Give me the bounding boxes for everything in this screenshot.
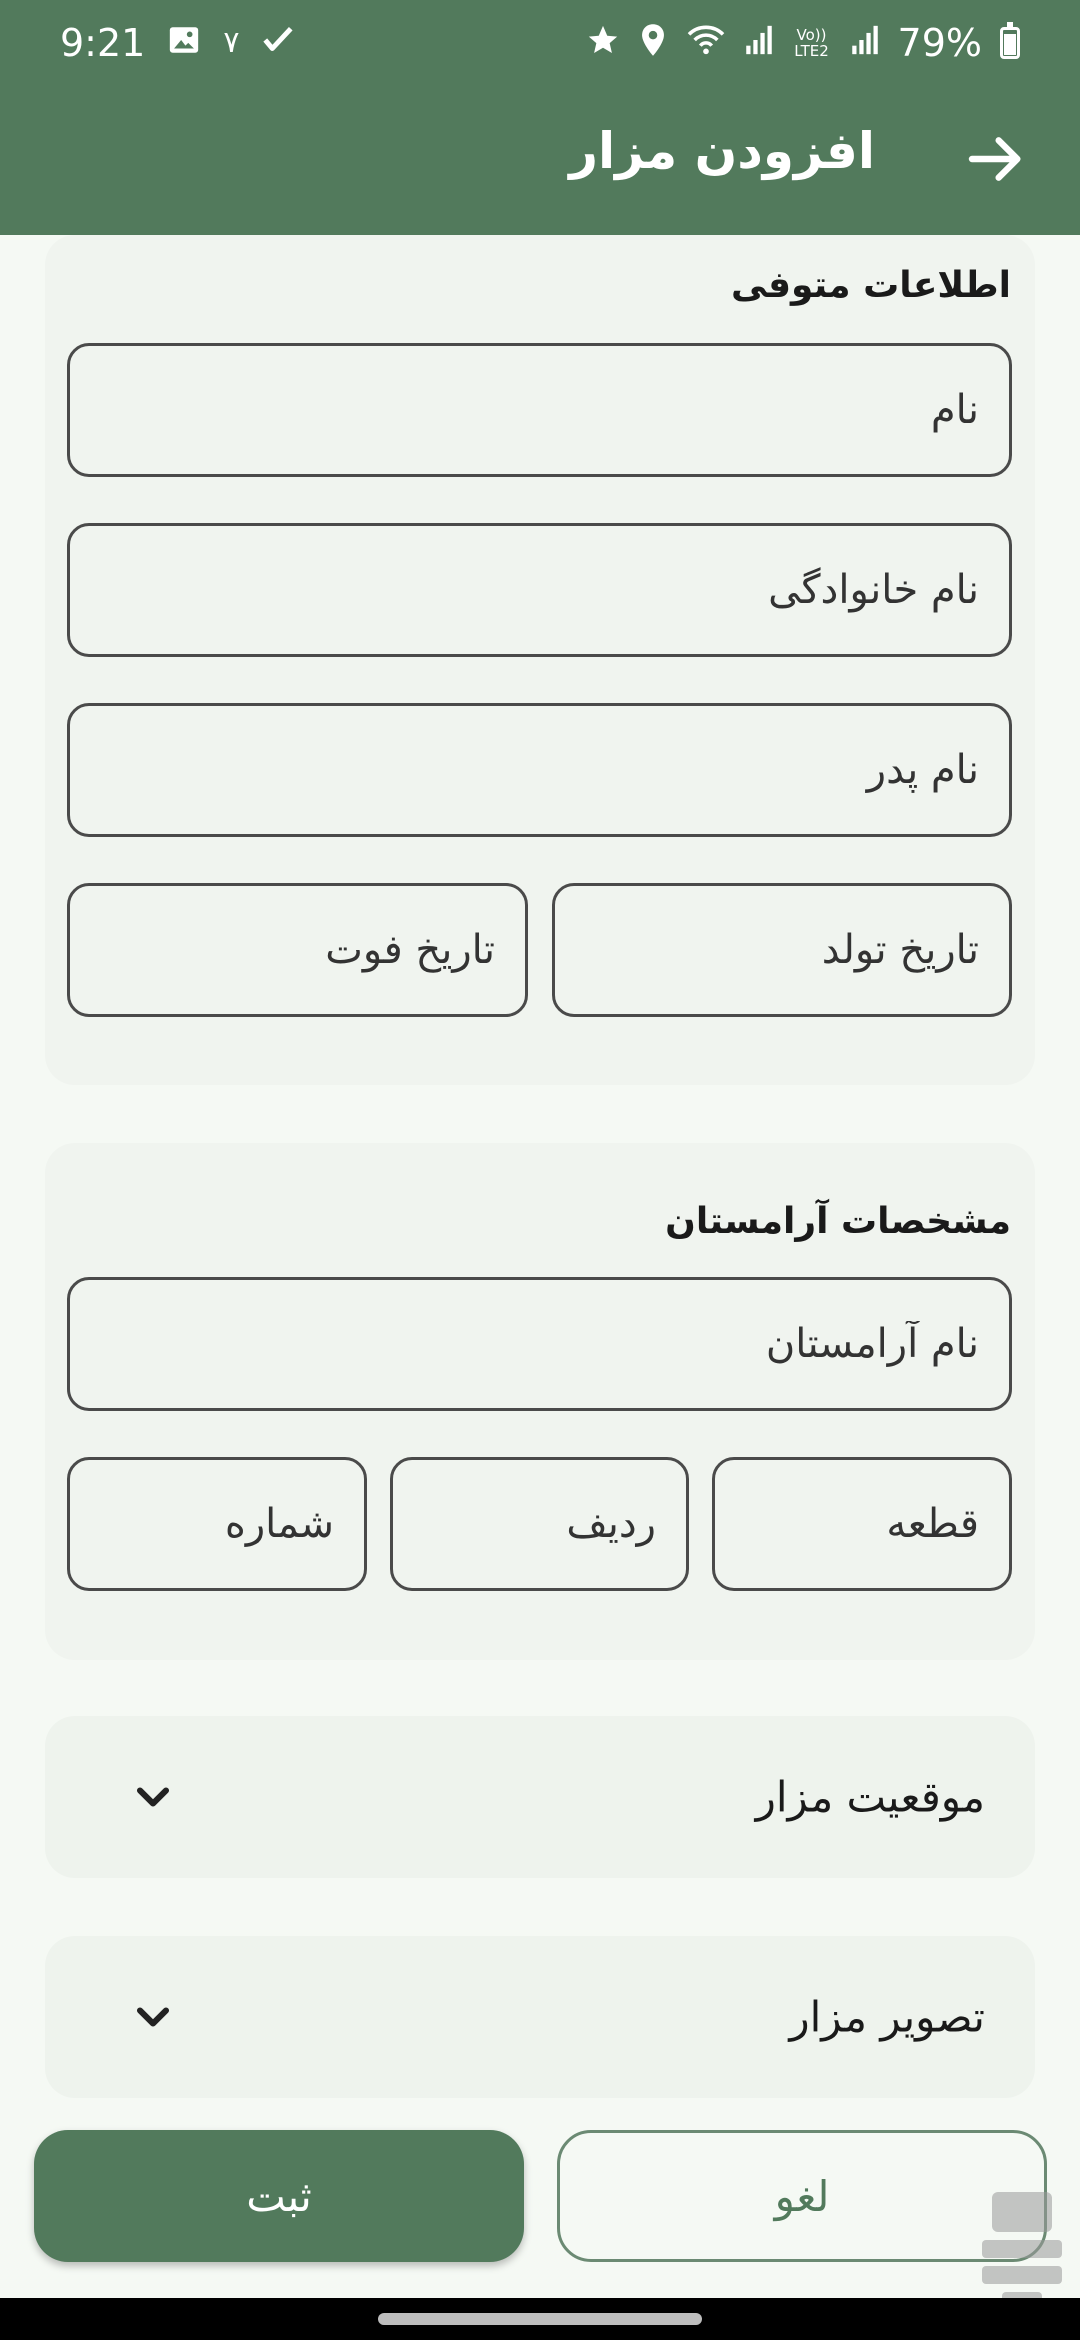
arrow-right-icon[interactable] <box>964 127 1028 191</box>
wifi-icon <box>686 23 726 63</box>
check-icon <box>261 23 295 63</box>
last-name-input[interactable] <box>70 526 1009 654</box>
deceased-info-title: اطلاعات متوفی <box>731 265 1011 306</box>
chevron-down-icon <box>136 1787 170 1807</box>
father-name-field[interactable] <box>67 703 1012 837</box>
top-bar: 9:21 ٧ Vo)) LTE2 79% افزودن مزار <box>0 0 1080 235</box>
cemetery-info-card: مشخصات آرامستان <box>45 1143 1035 1660</box>
page-title: افزودن مزار <box>569 122 875 180</box>
last-name-field[interactable] <box>67 523 1012 657</box>
signal-icon <box>744 23 774 63</box>
section-field[interactable] <box>712 1457 1012 1591</box>
deceased-info-card: اطلاعات متوفی <box>45 235 1035 1085</box>
cemetery-name-input[interactable] <box>70 1280 1009 1408</box>
first-name-field[interactable] <box>67 343 1012 477</box>
grave-location-label: موقعیت مزار <box>755 1772 985 1822</box>
notification-glyph: ٧ <box>223 24 240 60</box>
status-right: Vo)) LTE2 79% <box>586 21 1020 65</box>
status-time: 9:21 <box>60 20 146 65</box>
battery-icon <box>1000 21 1020 59</box>
app-bar: افزودن مزار <box>0 85 1080 235</box>
star-icon <box>586 23 620 63</box>
chevron-down-icon <box>136 2007 170 2027</box>
image-icon <box>167 23 201 63</box>
father-name-input[interactable] <box>70 706 1009 834</box>
row-field[interactable] <box>390 1457 689 1591</box>
birth-date-input[interactable] <box>555 886 1009 1014</box>
death-date-field[interactable] <box>67 883 528 1017</box>
number-field[interactable] <box>67 1457 367 1591</box>
submit-button[interactable]: ثبت <box>34 2130 524 2262</box>
status-bar: 9:21 ٧ Vo)) LTE2 79% <box>0 0 1080 85</box>
cemetery-info-title: مشخصات آرامستان <box>665 1201 1011 1242</box>
number-input[interactable] <box>70 1460 364 1588</box>
death-date-input[interactable] <box>70 886 525 1014</box>
grave-image-expander[interactable]: تصویر مزار <box>45 1936 1035 2098</box>
home-gesture-handle[interactable] <box>378 2313 702 2325</box>
grave-image-label: تصویر مزار <box>789 1992 985 2042</box>
network-label: Vo)) LTE2 <box>794 25 829 60</box>
section-input[interactable] <box>715 1460 1009 1588</box>
status-left: 9:21 ٧ <box>60 21 295 65</box>
first-name-input[interactable] <box>70 346 1009 474</box>
signal-icon-2 <box>850 23 880 63</box>
grave-location-expander[interactable]: موقعیت مزار <box>45 1716 1035 1878</box>
battery-percent: 79% <box>897 20 982 65</box>
location-icon <box>638 23 668 63</box>
cemetery-name-field[interactable] <box>67 1277 1012 1411</box>
row-input[interactable] <box>393 1460 686 1588</box>
birth-date-field[interactable] <box>552 883 1012 1017</box>
